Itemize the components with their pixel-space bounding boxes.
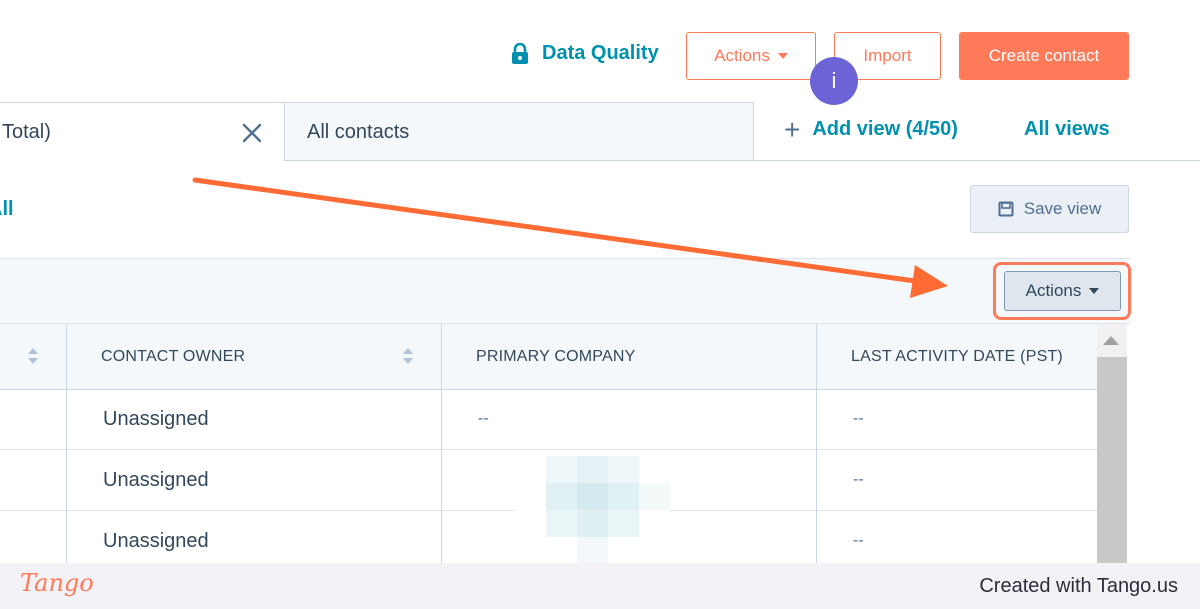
column-divider bbox=[66, 324, 67, 563]
contact-owner-cell: Unassigned bbox=[103, 408, 209, 430]
add-view-button[interactable]: + Add view (4/50) bbox=[784, 113, 958, 145]
tab-total-label: Total) bbox=[2, 121, 51, 143]
column-header-contact-owner[interactable]: CONTACT OWNER bbox=[101, 348, 245, 366]
actions-label: Actions bbox=[714, 46, 770, 65]
lock-icon bbox=[512, 42, 528, 64]
save-view-button[interactable]: Save view bbox=[970, 185, 1129, 233]
caret-down-icon bbox=[777, 53, 788, 59]
close-icon[interactable] bbox=[240, 121, 264, 145]
import-label: Import bbox=[863, 46, 912, 65]
tab-all-contacts[interactable]: All contacts bbox=[284, 102, 754, 161]
scrollbar-thumb[interactable] bbox=[1097, 357, 1127, 563]
blurred-company-logo bbox=[515, 456, 670, 563]
save-icon bbox=[998, 201, 1014, 217]
filter-link-label: All bbox=[0, 198, 14, 220]
footer-credit: Created with Tango.us bbox=[979, 575, 1178, 597]
data-quality-link[interactable]: Data Quality bbox=[510, 42, 659, 65]
last-activity-cell: -- bbox=[853, 471, 864, 488]
table-header-row: CONTACT OWNER PRIMARY COMPANY LAST ACTIV… bbox=[0, 324, 1097, 390]
create-contact-label: Create contact bbox=[988, 46, 1100, 65]
column-divider bbox=[816, 324, 817, 563]
tab-total[interactable]: Total) bbox=[0, 102, 284, 161]
filter-link[interactable]: All bbox=[0, 198, 18, 221]
tab-all-contacts-label: All contacts bbox=[307, 121, 410, 143]
column-divider bbox=[441, 324, 442, 563]
last-activity-cell: -- bbox=[853, 410, 864, 427]
sort-icon[interactable] bbox=[402, 346, 414, 366]
scroll-up-arrow-icon[interactable] bbox=[1103, 336, 1119, 345]
contact-owner-cell: Unassigned bbox=[103, 530, 209, 552]
save-view-label: Save view bbox=[1023, 199, 1102, 218]
table-toolbar bbox=[0, 258, 1130, 324]
tango-footer: Tango Created with Tango.us bbox=[0, 563, 1200, 609]
all-views-link[interactable]: All views bbox=[1024, 118, 1110, 141]
primary-company-cell: -- bbox=[478, 410, 489, 427]
add-view-label: Add view (4/50) bbox=[812, 118, 958, 140]
create-contact-button[interactable]: Create contact bbox=[959, 32, 1129, 80]
info-badge: i bbox=[810, 57, 858, 105]
app-frame: Data Quality Actions Import Create conta… bbox=[0, 0, 1200, 563]
sort-icon[interactable] bbox=[27, 346, 39, 366]
step-highlight bbox=[993, 262, 1131, 320]
table-row[interactable]: Unassigned -- -- bbox=[0, 390, 1097, 450]
last-activity-cell: -- bbox=[853, 532, 864, 549]
plus-icon: + bbox=[784, 113, 801, 145]
contact-owner-cell: Unassigned bbox=[103, 469, 209, 491]
tango-logo: Tango bbox=[20, 569, 94, 597]
actions-dropdown-button[interactable]: Actions bbox=[686, 32, 816, 80]
column-header-last-activity-date[interactable]: LAST ACTIVITY DATE (PST) bbox=[851, 348, 1063, 366]
column-header-primary-company[interactable]: PRIMARY COMPANY bbox=[476, 348, 635, 366]
data-quality-label: Data Quality bbox=[542, 42, 659, 64]
